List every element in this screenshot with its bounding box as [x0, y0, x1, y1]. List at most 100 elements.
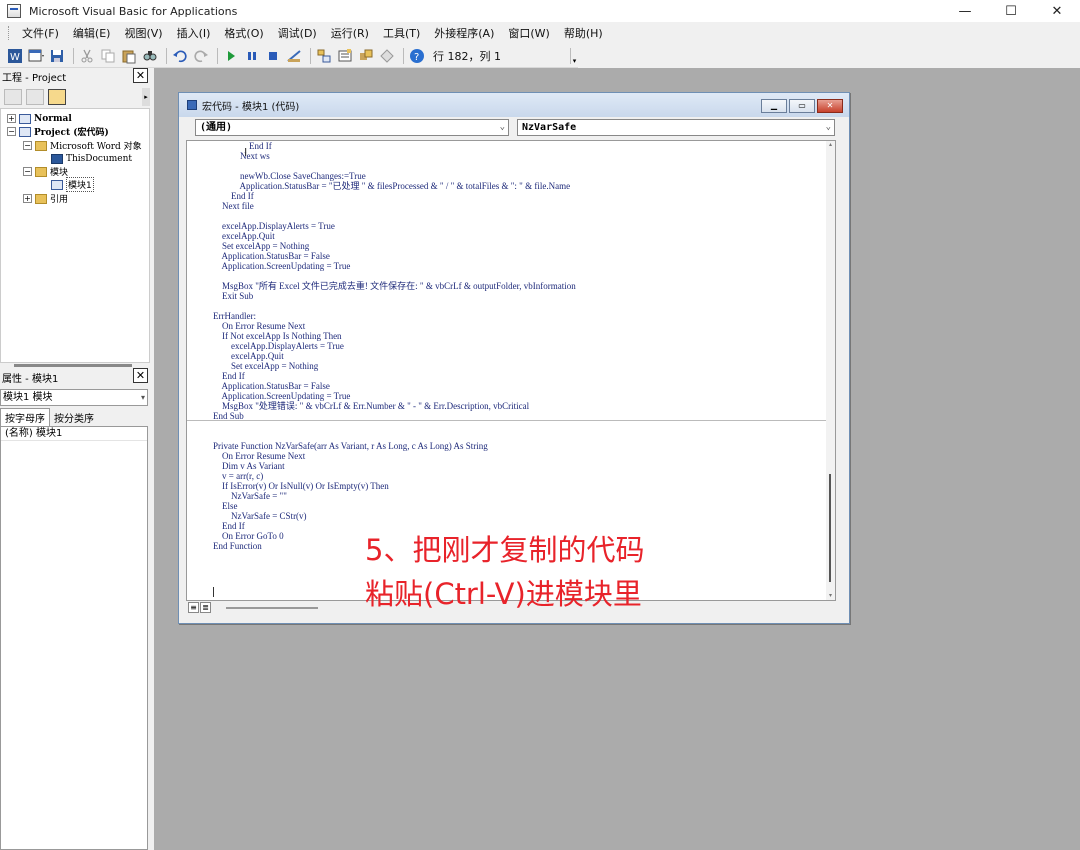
code-line[interactable]: If IsError(v) Or IsNull(v) Or IsEmpty(v)… — [213, 481, 827, 491]
cut-icon[interactable] — [78, 47, 96, 65]
view-object-icon[interactable] — [26, 89, 44, 105]
code-line[interactable]: excelApp.DisplayAlerts = True — [213, 341, 827, 351]
maximize-button[interactable]: ☐ — [988, 0, 1034, 22]
toggle-folders-icon[interactable] — [48, 89, 66, 105]
project-explorer-close-button[interactable]: ✕ — [133, 68, 148, 83]
code-line[interactable]: Application.ScreenUpdating = True — [213, 391, 827, 401]
toolbox-icon[interactable] — [378, 47, 396, 65]
menu-addins[interactable]: 外接程序(A) — [427, 25, 501, 41]
collapse-icon[interactable]: − — [23, 141, 32, 150]
code-line[interactable]: On Error Resume Next — [213, 321, 827, 331]
property-row-name[interactable]: (名称) 模块1 — [1, 427, 147, 441]
menu-run[interactable]: 运行(R) — [324, 25, 376, 41]
copy-icon[interactable] — [99, 47, 117, 65]
code-line[interactable]: excelApp.Quit — [213, 351, 827, 361]
object-browser-icon[interactable] — [357, 47, 375, 65]
reset-icon[interactable] — [264, 47, 282, 65]
help-icon[interactable]: ? — [408, 47, 426, 65]
toolbar-scroll-icon[interactable]: ▸ — [142, 88, 150, 106]
code-line[interactable]: Application.StatusBar = "已处理 " & filesPr… — [213, 181, 827, 191]
code-line[interactable]: v = arr(r, c) — [213, 471, 827, 481]
code-window-close-button[interactable]: ✕ — [817, 99, 843, 113]
menu-insert[interactable]: 插入(I) — [170, 25, 218, 41]
code-line[interactable] — [213, 301, 827, 311]
menu-window[interactable]: 窗口(W) — [501, 25, 556, 41]
code-line[interactable]: excelApp.DisplayAlerts = True — [213, 221, 827, 231]
code-line[interactable]: Application.StatusBar = False — [213, 251, 827, 261]
full-module-view-icon[interactable]: ≣ — [200, 602, 211, 613]
run-icon[interactable] — [222, 47, 240, 65]
code-line[interactable]: Application.StatusBar = False — [213, 381, 827, 391]
tree-item-references[interactable]: + 引用 — [23, 192, 68, 205]
collapse-icon[interactable]: − — [7, 127, 16, 136]
code-line[interactable]: If Not excelApp Is Nothing Then — [213, 331, 827, 341]
properties-window-icon[interactable] — [336, 47, 354, 65]
minimize-button[interactable]: — — [942, 0, 988, 22]
code-line[interactable]: excelApp.Quit — [213, 231, 827, 241]
menu-help[interactable]: 帮助(H) — [557, 25, 610, 41]
view-code-icon[interactable] — [4, 89, 22, 105]
code-line[interactable]: Application.ScreenUpdating = True — [213, 261, 827, 271]
design-mode-icon[interactable] — [285, 47, 303, 65]
find-icon[interactable] — [141, 47, 159, 65]
code-window-minimize-button[interactable]: ▁ — [761, 99, 787, 113]
code-window-maximize-button[interactable]: ▭ — [789, 99, 815, 113]
code-line[interactable]: Else — [213, 501, 827, 511]
code-line[interactable] — [213, 271, 827, 281]
code-line[interactable]: End If — [213, 191, 827, 201]
toolbar-options-icon[interactable]: ▾ — [570, 48, 578, 65]
code-line[interactable]: End If — [213, 141, 827, 151]
scroll-down-icon[interactable]: ▾ — [826, 592, 835, 600]
code-line[interactable]: NzVarSafe = "" — [213, 491, 827, 501]
insert-userform-icon[interactable] — [27, 47, 45, 65]
object-combo[interactable]: (通用) ⌄ — [195, 119, 509, 136]
code-line[interactable]: Dim v As Variant — [213, 461, 827, 471]
code-line[interactable]: Set excelApp = Nothing — [213, 241, 827, 251]
procedure-combo[interactable]: NzVarSafe ⌄ — [517, 119, 835, 136]
code-line[interactable]: ErrHandler: — [213, 311, 827, 321]
properties-object-select[interactable]: 模块1 模块 ▾ — [0, 389, 148, 406]
code-line[interactable] — [213, 161, 827, 171]
view-word-icon[interactable]: W — [6, 47, 24, 65]
code-line[interactable]: Set excelApp = Nothing — [213, 361, 827, 371]
menu-format[interactable]: 格式(O) — [217, 25, 270, 41]
tree-item-thisdocument[interactable]: ThisDocument — [51, 152, 132, 165]
menu-file[interactable]: 文件(F) — [15, 25, 66, 41]
tab-alphabetic[interactable]: 按字母序 — [0, 408, 50, 426]
tree-item-module1[interactable]: 模块1 — [51, 177, 94, 192]
break-icon[interactable] — [243, 47, 261, 65]
expand-icon[interactable]: + — [7, 114, 16, 123]
code-line[interactable]: Next file — [213, 201, 827, 211]
project-explorer-icon[interactable] — [315, 47, 333, 65]
menu-grip[interactable] — [8, 26, 11, 40]
menu-edit[interactable]: 编辑(E) — [66, 25, 118, 41]
code-line[interactable]: Exit Sub — [213, 291, 827, 301]
code-line[interactable] — [213, 431, 827, 441]
code-line[interactable] — [213, 421, 827, 431]
code-line[interactable]: NzVarSafe = CStr(v) — [213, 511, 827, 521]
tree-item-normal[interactable]: + Normal — [7, 112, 72, 125]
menu-view[interactable]: 视图(V) — [117, 25, 169, 41]
code-line[interactable]: End If — [213, 371, 827, 381]
tab-categorized[interactable]: 按分类序 — [50, 409, 98, 426]
code-line[interactable]: MsgBox "处理错误: " & vbCrLf & Err.Number & … — [213, 401, 827, 411]
scrollbar-thumb[interactable] — [829, 474, 831, 582]
collapse-icon[interactable]: − — [23, 167, 32, 176]
properties-close-button[interactable]: ✕ — [133, 368, 148, 383]
paste-icon[interactable] — [120, 47, 138, 65]
code-line[interactable]: Private Function NzVarSafe(arr As Varian… — [213, 441, 827, 451]
save-icon[interactable] — [48, 47, 66, 65]
scrollbar-thumb[interactable] — [14, 364, 132, 367]
undo-icon[interactable] — [171, 47, 189, 65]
tree-item-word-objects[interactable]: − Microsoft Word 对象 — [23, 139, 142, 152]
tree-item-modules[interactable]: − 模块 — [23, 165, 68, 178]
menu-tools[interactable]: 工具(T) — [376, 25, 427, 41]
code-line[interactable]: newWb.Close SaveChanges:=True — [213, 171, 827, 181]
menu-debug[interactable]: 调试(D) — [271, 25, 324, 41]
code-text[interactable]: End If Next ws newWb.Close SaveChanges:=… — [213, 141, 827, 551]
procedure-view-icon[interactable]: ≡ — [188, 602, 199, 613]
expand-icon[interactable]: + — [23, 194, 32, 203]
code-line[interactable]: Next ws — [213, 151, 827, 161]
redo-icon[interactable] — [192, 47, 210, 65]
code-line[interactable]: On Error Resume Next — [213, 451, 827, 461]
